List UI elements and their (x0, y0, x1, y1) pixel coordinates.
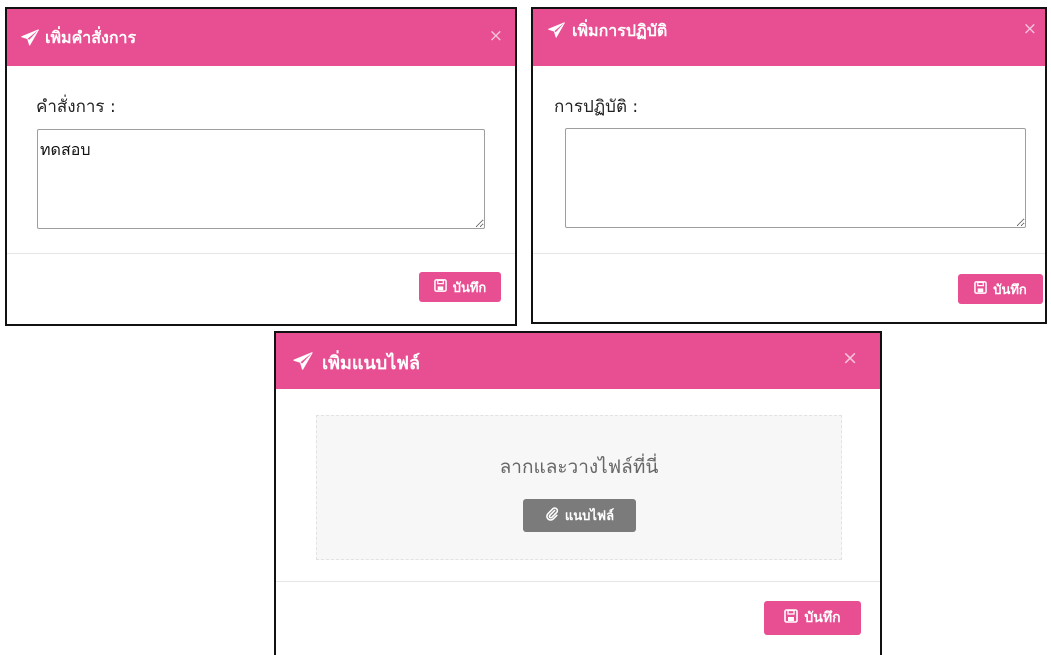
save-label: บันทึก (993, 282, 1027, 298)
add-action-modal: เพิ่มการปฏิบัติ × การปฏิบัติ : บันทึก (531, 7, 1047, 324)
save-label: บันทึก (452, 280, 487, 296)
save-button[interactable]: บันทึก (419, 272, 501, 302)
send-icon (21, 29, 39, 46)
add-order-modal: เพิ่มคำสั่งการ × คำสั่งการ : ทดสอบ บันทึ… (5, 7, 517, 326)
modal-title: เพิ่มการปฏิบัติ (572, 21, 668, 40)
dropzone-text: ลากและวางไฟล์ที่นี่ (499, 456, 659, 478)
modal-header: เพิ่มแนบไฟล์ × (276, 333, 880, 389)
modal-header: เพิ่มคำสั่งการ × (7, 9, 515, 66)
action-textarea[interactable] (565, 128, 1026, 228)
add-attachment-modal: เพิ่มแนบไฟล์ × ลากและวางไฟล์ที่นี่ แนบไฟ… (274, 331, 882, 655)
send-icon (548, 22, 565, 38)
modal-header: เพิ่มการปฏิบัติ × (533, 9, 1045, 66)
save-button[interactable]: บันทึก (958, 274, 1043, 304)
attach-label: แนบไฟล์ (564, 509, 615, 524)
order-textarea[interactable]: ทดสอบ (37, 129, 485, 229)
file-dropzone[interactable]: ลากและวางไฟล์ที่นี่ แนบไฟล์ (316, 415, 842, 560)
paperclip-icon (545, 506, 559, 525)
save-icon (974, 280, 988, 298)
modal-title: เพิ่มคำสั่งการ (45, 28, 137, 47)
footer-divider (7, 253, 515, 254)
modal-title: เพิ่มแนบไฟล์ (322, 353, 421, 374)
save-icon (433, 278, 447, 296)
footer-divider (276, 581, 880, 582)
save-button[interactable]: บันทึก (764, 601, 861, 635)
close-icon[interactable]: × (1023, 21, 1037, 38)
save-icon (784, 609, 799, 627)
footer-divider (533, 253, 1045, 254)
attach-file-button[interactable]: แนบไฟล์ (523, 499, 636, 532)
save-label: บันทึก (804, 610, 841, 626)
action-label: การปฏิบัติ : (554, 97, 639, 117)
close-icon[interactable]: × (489, 28, 503, 45)
send-icon (293, 352, 313, 370)
order-label: คำสั่งการ : (36, 97, 116, 117)
close-icon[interactable]: × (842, 349, 858, 368)
